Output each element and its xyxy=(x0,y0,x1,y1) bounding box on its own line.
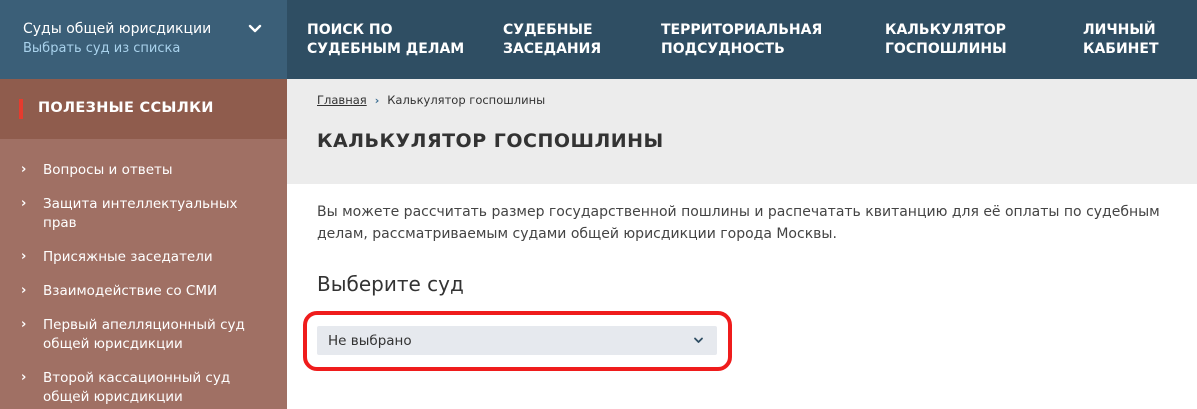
chevron-right-icon: › xyxy=(21,370,27,385)
nav-label-line: кабинет xyxy=(1083,41,1159,57)
nav-label-line: заседания xyxy=(503,41,602,57)
nav-label-line: Калькулятор xyxy=(885,22,1006,38)
court-type-selector[interactable]: Суды общей юрисдикции Выбрать суд из спи… xyxy=(0,0,287,79)
nav-case-search[interactable]: Поиск по судебным делам xyxy=(307,21,464,59)
sidebar-title: Полезные ссылки xyxy=(38,100,214,116)
nav-label-line: Судебные xyxy=(503,22,593,38)
sidebar-item-label: Защита интеллектуальных прав xyxy=(43,196,238,231)
breadcrumb-separator-icon: › xyxy=(374,94,380,107)
sidebar-item-label: Присяжные заседатели xyxy=(43,249,213,265)
nav-personal-account[interactable]: Личный кабинет xyxy=(1083,21,1159,59)
sidebar-header: Полезные ссылки xyxy=(0,79,287,139)
nav-territorial-jurisdiction[interactable]: Территориальная подсудность xyxy=(661,21,822,59)
chevron-right-icon: › xyxy=(21,162,27,177)
sidebar-item-label: Второй кассационный суд общей юрисдикции xyxy=(43,370,231,405)
nav-label-line: Поиск по xyxy=(307,22,393,38)
court-dropdown[interactable]: Не выбрано xyxy=(317,326,717,355)
nav-fee-calculator[interactable]: Калькулятор госпошлины xyxy=(885,21,1007,59)
chevron-down-icon xyxy=(694,337,703,343)
chevron-right-icon: › xyxy=(21,249,27,264)
breadcrumb: Главная › Калькулятор госпошлины xyxy=(317,93,545,107)
chevron-right-icon: › xyxy=(21,317,27,332)
sidebar-item-label: Вопросы и ответы xyxy=(43,162,173,178)
nav-label-line: судебным делам xyxy=(307,41,465,57)
chevron-right-icon: › xyxy=(21,283,27,298)
intro-text: Вы можете рассчитать размер государствен… xyxy=(317,204,1160,242)
page-title: Калькулятор госпошлины xyxy=(317,130,664,152)
nav-label-line: Территориальная xyxy=(661,22,823,38)
choose-court-heading: Выберите суд xyxy=(317,272,464,296)
breadcrumb-current: Калькулятор госпошлины xyxy=(387,93,546,107)
sidebar-item-label: Взаимодействие со СМИ xyxy=(43,283,218,299)
nav-label-line: Личный xyxy=(1083,22,1156,38)
nav-label-line: госпошлины xyxy=(885,41,1007,57)
court-type-subtitle[interactable]: Выбрать суд из списка xyxy=(23,40,287,58)
sidebar-accent-bar xyxy=(19,99,23,119)
breadcrumb-home-link[interactable]: Главная xyxy=(317,93,367,107)
chevron-right-icon: › xyxy=(21,196,27,211)
court-dropdown-value: Не выбрано xyxy=(328,333,412,349)
sidebar: Полезные ссылки › Вопросы и ответы › Защ… xyxy=(0,79,287,409)
top-navigation-bar: Суды общей юрисдикции Выбрать суд из спи… xyxy=(0,0,1197,79)
nav-court-hearings[interactable]: Судебные заседания xyxy=(503,21,601,59)
nav-label-line: подсудность xyxy=(661,41,785,57)
chevron-down-icon[interactable] xyxy=(247,21,263,37)
page-header: Главная › Калькулятор госпошлины Калькулят… xyxy=(287,79,1197,184)
sidebar-item-label: Первый апелляционный суд общей юрисдикци… xyxy=(43,317,245,352)
